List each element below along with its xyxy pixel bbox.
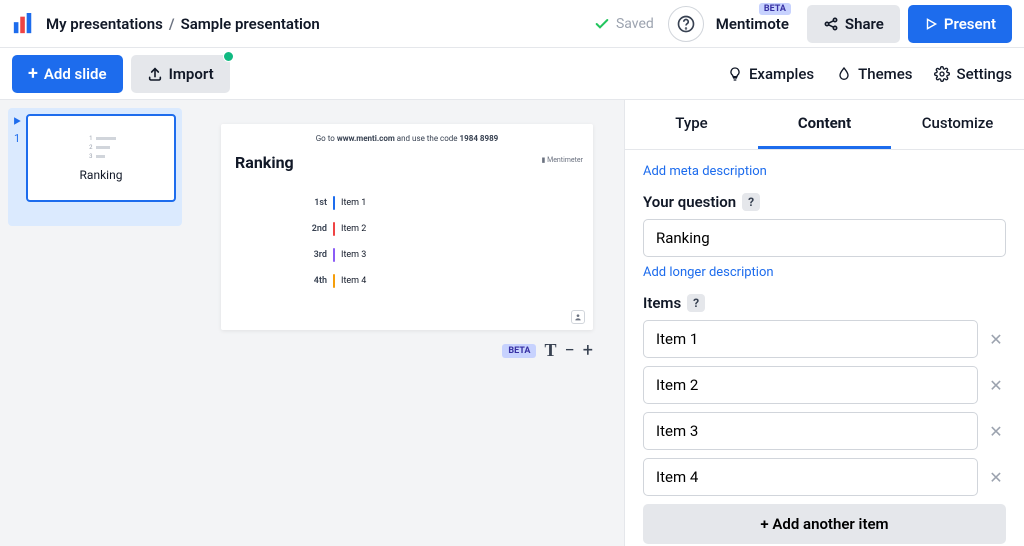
rank-item-label: Item 3 (341, 250, 366, 260)
rank-row: 3rd Item 3 (305, 248, 579, 262)
item-input[interactable] (643, 412, 978, 450)
app-logo-icon (12, 13, 34, 35)
remove-item-button[interactable]: ✕ (986, 376, 1006, 395)
upload-icon (147, 66, 163, 82)
gear-icon (934, 66, 950, 82)
breadcrumb: My presentations / Sample presentation (46, 15, 320, 33)
ranking-list: 1st Item 1 2nd Item 2 3rd Item 3 4th Item 4 (305, 196, 579, 288)
examples-button[interactable]: Examples (727, 65, 814, 83)
beta-badge: BETA (502, 344, 536, 358)
notification-dot-icon (223, 51, 234, 62)
breadcrumb-root[interactable]: My presentations (46, 15, 163, 33)
items-label: Items ? (643, 294, 1006, 312)
droplet-icon (836, 66, 852, 82)
add-longer-description-link[interactable]: Add longer description (643, 265, 1006, 280)
tab-content[interactable]: Content (758, 100, 891, 149)
slide-thumbnail-panel: 1 1 2 3 Ranking (0, 100, 190, 546)
rank-item-label: Item 2 (341, 224, 366, 234)
themes-button[interactable]: Themes (836, 65, 912, 83)
item-row: ✕ (643, 458, 1006, 496)
brand-mark: ▮ Mentimeter (542, 156, 584, 164)
share-button[interactable]: Share (807, 5, 900, 43)
item-input[interactable] (643, 458, 978, 496)
slide-number: 1 (14, 132, 20, 145)
presenter-icon[interactable] (571, 310, 585, 324)
remove-item-button[interactable]: ✕ (986, 330, 1006, 349)
panel-tabs: Type Content Customize (625, 100, 1024, 150)
item-input[interactable] (643, 320, 978, 358)
item-input[interactable] (643, 366, 978, 404)
remove-item-button[interactable]: ✕ (986, 468, 1006, 487)
rank-bar (333, 248, 335, 262)
rank-bar (333, 274, 335, 288)
help-icon[interactable]: ? (687, 294, 705, 312)
remove-item-button[interactable]: ✕ (986, 422, 1006, 441)
header-bar: My presentations / Sample presentation S… (0, 0, 1024, 48)
rank-ordinal: 2nd (305, 224, 327, 234)
rank-item-label: Item 4 (341, 276, 366, 286)
add-meta-description-link[interactable]: Add meta description (643, 164, 1006, 179)
question-input[interactable] (643, 219, 1006, 257)
rank-row: 2nd Item 2 (305, 222, 579, 236)
add-another-item-button[interactable]: + Add another item (643, 504, 1006, 544)
import-button[interactable]: Import (131, 55, 230, 93)
rank-bar (333, 196, 335, 210)
rank-row: 4th Item 4 (305, 274, 579, 288)
rank-ordinal: 1st (305, 198, 327, 208)
item-row: ✕ (643, 320, 1006, 358)
slide-canvas: Go to www.menti.com and use the code 198… (190, 100, 624, 546)
help-icon[interactable]: ? (742, 193, 760, 211)
slide-title: Ranking (235, 153, 579, 172)
present-button[interactable]: Present (908, 5, 1012, 43)
breadcrumb-separator: / (169, 15, 175, 33)
slide-tools: BETA T − + (221, 340, 593, 361)
settings-button[interactable]: Settings (934, 65, 1012, 83)
ranking-icon: 1 2 3 (87, 135, 116, 160)
add-slide-button[interactable]: + Add slide (12, 55, 123, 93)
item-row: ✕ (643, 412, 1006, 450)
question-label: Your question ? (643, 193, 1006, 211)
breadcrumb-current[interactable]: Sample presentation (181, 15, 320, 33)
slide-preview[interactable]: Go to www.menti.com and use the code 198… (221, 124, 593, 330)
slide-thumbnail[interactable]: 1 1 2 3 Ranking (8, 108, 182, 226)
thumbnail-title: Ranking (80, 168, 123, 182)
rank-bar (333, 222, 335, 236)
share-icon (823, 16, 839, 32)
beta-badge: BETA (759, 3, 791, 15)
lightbulb-icon (727, 66, 743, 82)
plus-button[interactable]: + (583, 340, 593, 361)
text-tool-button[interactable]: T (544, 340, 556, 361)
toolbar: + Add slide Import Examples Themes Setti… (0, 48, 1024, 100)
play-icon (924, 17, 938, 31)
minus-button[interactable]: − (564, 340, 574, 361)
help-button[interactable] (668, 6, 704, 42)
tab-type[interactable]: Type (625, 100, 758, 149)
save-status: Saved (594, 16, 654, 32)
plus-icon: + (28, 65, 38, 83)
rank-ordinal: 3rd (305, 250, 327, 260)
edit-panel: Type Content Customize Add meta descript… (624, 100, 1024, 546)
rank-item-label: Item 1 (341, 198, 366, 208)
rank-row: 1st Item 1 (305, 196, 579, 210)
mentimote-link[interactable]: BETA Mentimote (716, 15, 789, 33)
join-instruction: Go to www.menti.com and use the code 198… (235, 134, 579, 143)
rank-ordinal: 4th (305, 276, 327, 286)
thumbnail-preview: 1 2 3 Ranking (26, 114, 176, 202)
tab-customize[interactable]: Customize (891, 100, 1024, 149)
check-icon (594, 16, 610, 32)
item-row: ✕ (643, 366, 1006, 404)
save-status-label: Saved (616, 16, 654, 32)
play-icon (12, 116, 22, 126)
